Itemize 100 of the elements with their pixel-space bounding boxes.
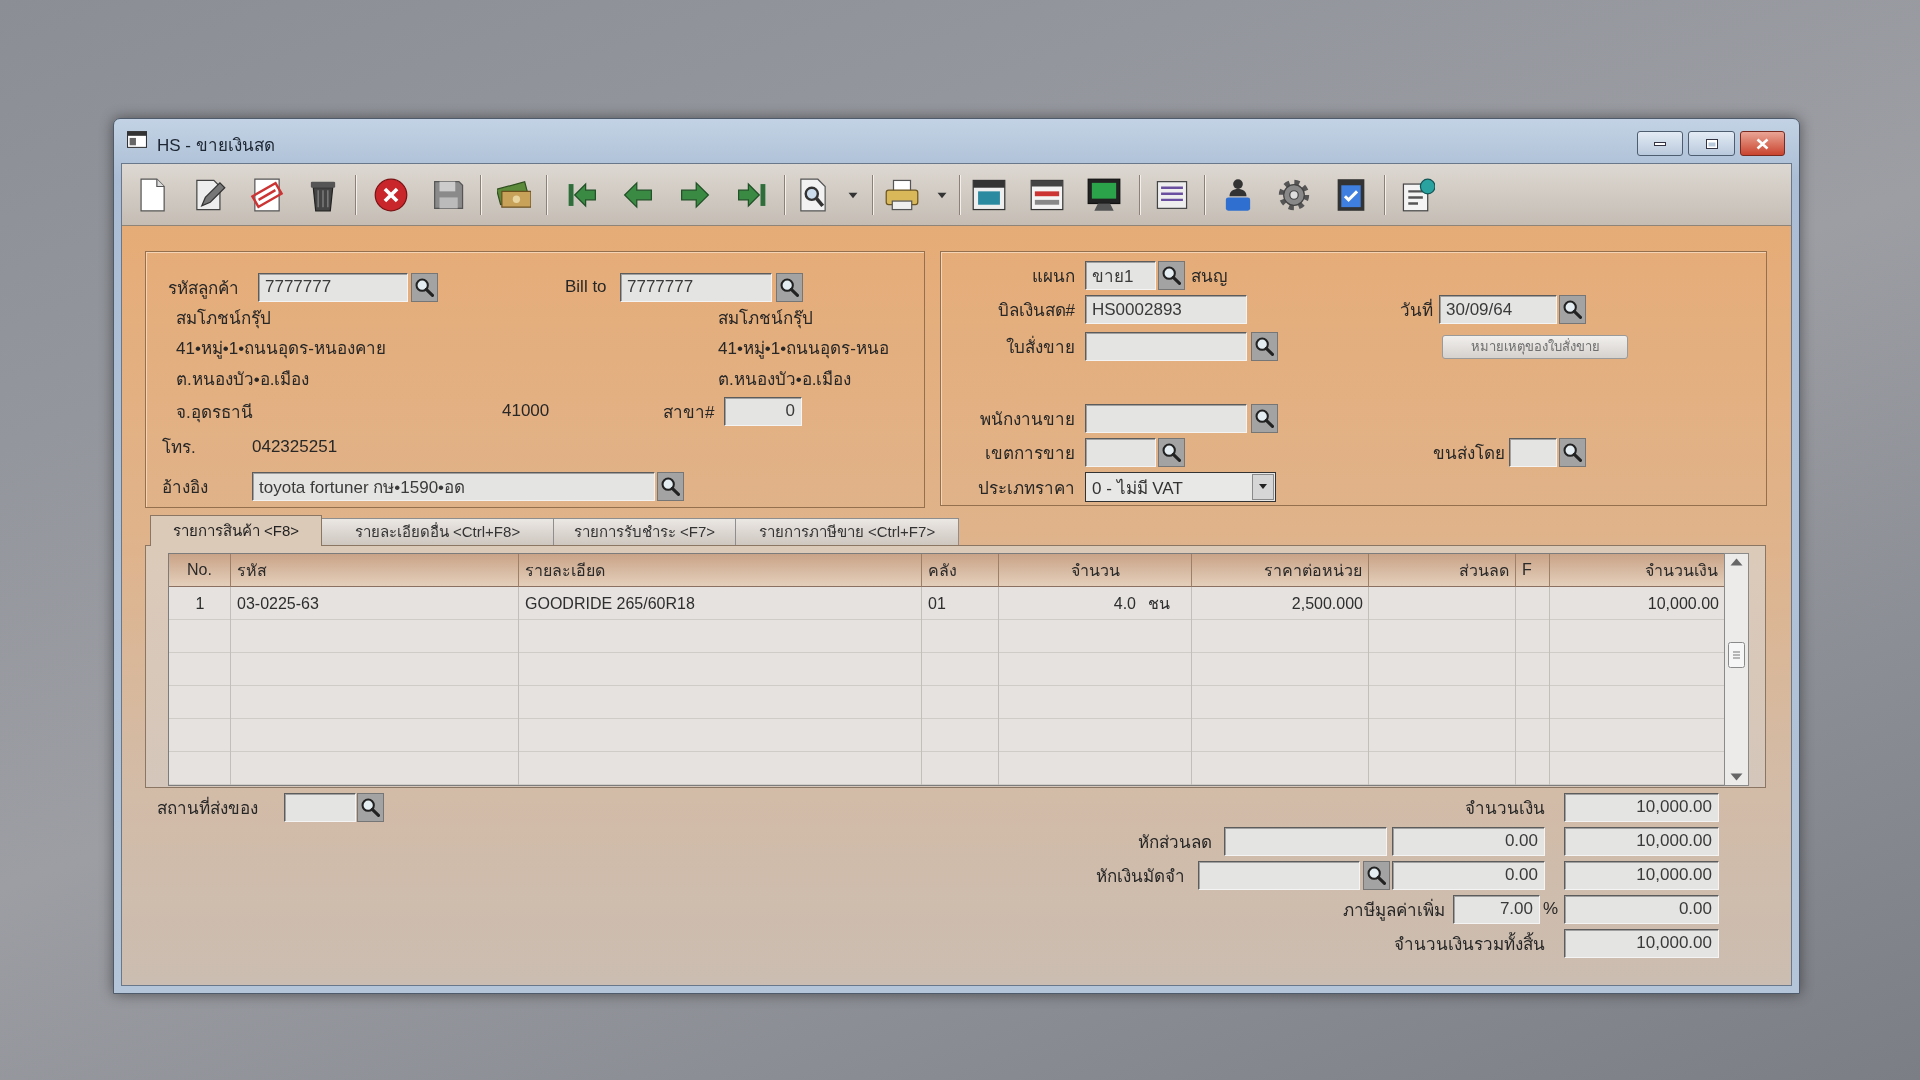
tab[interactable]: รายการสินค้า <F8> xyxy=(150,515,322,546)
search-icon xyxy=(1162,266,1181,286)
bill-number-field[interactable]: HS0002893 xyxy=(1085,295,1247,325)
after-discount-field[interactable]: 10,000.00 xyxy=(1564,826,1719,856)
stamped-document-icon[interactable] xyxy=(250,178,284,212)
column-header: ส่วนลด xyxy=(1369,554,1516,587)
column-header: รหัส xyxy=(231,554,519,587)
column-header: รายละเอียด xyxy=(519,554,922,587)
search-button[interactable] xyxy=(357,792,384,822)
close-button[interactable] xyxy=(1740,131,1785,156)
delivery-place-field[interactable] xyxy=(284,792,356,822)
shipping-label: ขนส่งโดย xyxy=(1433,442,1505,465)
grand-total-label: จำนวนเงินรวมทั้งสิ้น xyxy=(1394,931,1545,956)
vat-field[interactable]: 0.00 xyxy=(1564,894,1719,924)
search-icon xyxy=(780,277,799,297)
percent-sign: % xyxy=(1543,899,1559,919)
search-icon xyxy=(1255,408,1274,428)
table-cell-text: GOODRIDE 265/60R18 xyxy=(524,593,696,614)
search-button[interactable] xyxy=(1251,332,1278,362)
vat-label: ภาษีมูลค่าเพิ่ม xyxy=(1343,897,1445,923)
table-cell-text: 10,000.00 xyxy=(1646,593,1720,614)
discount-field[interactable]: 0.00 xyxy=(1392,826,1545,856)
search-icon xyxy=(415,277,434,297)
address-line: 41•หมู่•1•ถนนอุดร-หนองคาย xyxy=(176,337,386,361)
salesperson-field[interactable] xyxy=(1085,403,1247,433)
tab[interactable]: รายการรับชำระ <F7> xyxy=(553,518,736,545)
bill-to-code-field[interactable]: 7777777 xyxy=(620,272,772,302)
minimize-icon xyxy=(1654,141,1666,146)
cancel-icon[interactable] xyxy=(374,178,408,212)
document-badge-icon[interactable] xyxy=(1401,178,1435,212)
search-button[interactable] xyxy=(1158,261,1185,291)
search-button[interactable] xyxy=(1559,295,1586,325)
price-type-dropdown[interactable]: 0 - ไม่มี VAT xyxy=(1085,472,1276,503)
vat-rate-field[interactable]: 7.00 xyxy=(1453,894,1540,924)
search-button[interactable] xyxy=(1363,860,1390,890)
sales-area-field[interactable] xyxy=(1085,437,1156,467)
sales-order-field[interactable] xyxy=(1085,332,1247,362)
vertical-scrollbar[interactable] xyxy=(1724,553,1749,786)
gear-icon[interactable] xyxy=(1277,178,1311,212)
search-icon xyxy=(1255,337,1274,357)
column-header: จำนวนเงิน xyxy=(1550,554,1725,587)
bill-number-label: บิลเงินสด# xyxy=(997,300,1075,323)
search-button[interactable] xyxy=(1158,437,1185,467)
caret-icon[interactable] xyxy=(937,191,947,199)
discount-label: หักส่วนลด xyxy=(1138,831,1212,854)
department-field[interactable]: ขาย1 xyxy=(1085,261,1156,291)
table-cell-text: 01 xyxy=(927,593,947,614)
minimize-button[interactable] xyxy=(1637,131,1683,156)
column-header: ราคาต่อหน่วย xyxy=(1192,554,1369,587)
search-button[interactable] xyxy=(1559,437,1586,467)
table-cell-text: 1 xyxy=(194,593,206,614)
search-icon xyxy=(1563,300,1582,320)
deposit-input-field[interactable] xyxy=(1198,860,1360,890)
printer-icon[interactable] xyxy=(885,178,919,212)
column-header: No. xyxy=(169,554,231,587)
search-button[interactable] xyxy=(776,272,803,302)
list-icon[interactable] xyxy=(1155,178,1189,212)
search-icon xyxy=(361,797,380,817)
branch-field[interactable]: 0 xyxy=(724,396,802,426)
scroll-down-icon[interactable] xyxy=(1730,773,1743,781)
form-icon[interactable] xyxy=(1030,178,1064,212)
scroll-thumb[interactable] xyxy=(1728,642,1745,668)
scroll-up-icon[interactable] xyxy=(1730,558,1743,566)
reference-field[interactable]: toyota fortuner กษ•1590•อด xyxy=(252,471,655,501)
tab[interactable]: รายการภาษีขาย <Ctrl+F7> xyxy=(735,518,959,545)
address-line: 41•หมู่•1•ถนนอุดร-หนอ xyxy=(718,337,889,361)
search-icon xyxy=(1162,442,1181,462)
search-button[interactable] xyxy=(657,471,684,501)
amount-field[interactable]: 10,000.00 xyxy=(1564,792,1719,822)
date-label: วันที่ xyxy=(1400,296,1433,324)
save-icon[interactable] xyxy=(431,178,465,212)
bill-to-name: สมโภชน์กรุ๊ป xyxy=(718,307,813,331)
after-deposit-field[interactable]: 10,000.00 xyxy=(1564,860,1719,890)
department-label: แผนก xyxy=(1032,266,1075,289)
address-line: จ.อุดรธานี xyxy=(176,401,253,425)
customer-code-field[interactable]: 7777777 xyxy=(258,272,408,302)
grand-total-field[interactable]: 10,000.00 xyxy=(1564,928,1719,958)
phone-label: โทร. xyxy=(162,436,196,459)
customer-name: สมโภชน์กรุ๊ป xyxy=(176,307,271,331)
tab[interactable]: รายละเอียดอื่น <Ctrl+F8> xyxy=(321,518,554,545)
bill-to-label: Bill to xyxy=(565,277,607,297)
delivery-place-label: สถานที่ส่งของ xyxy=(157,795,258,820)
caret-icon xyxy=(1252,474,1274,501)
search-icon xyxy=(661,476,680,496)
date-field[interactable]: 30/09/64 xyxy=(1439,295,1557,325)
table-cell-text: 03-0225-63 xyxy=(236,593,320,614)
table-cell-text: ชน xyxy=(1147,594,1171,614)
reference-label: อ้างอิง xyxy=(162,476,208,499)
search-icon xyxy=(1563,442,1582,462)
monitor-icon[interactable] xyxy=(1087,178,1121,212)
close-icon xyxy=(1756,137,1769,150)
column-header: F xyxy=(1516,554,1550,587)
shipping-field[interactable] xyxy=(1509,437,1557,467)
maximize-button[interactable] xyxy=(1688,131,1735,156)
discount-input-field[interactable] xyxy=(1224,826,1387,856)
report-window-icon[interactable] xyxy=(972,178,1006,212)
deposit-field[interactable]: 0.00 xyxy=(1392,860,1545,890)
search-button[interactable] xyxy=(411,272,438,302)
caret-icon[interactable] xyxy=(848,191,858,199)
search-button[interactable] xyxy=(1251,403,1278,433)
